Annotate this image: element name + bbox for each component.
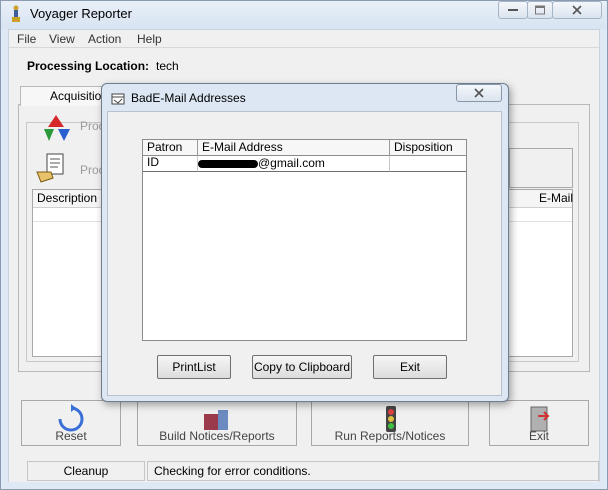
minimize-button[interactable] bbox=[498, 1, 528, 19]
tab-acquisitions-label: Acquisition bbox=[50, 89, 109, 103]
menu-action[interactable]: Action bbox=[88, 32, 121, 46]
close-button[interactable] bbox=[552, 1, 602, 19]
column-email[interactable]: E-Mail bbox=[539, 191, 573, 205]
dialog-title: BadE-Mail Addresses bbox=[131, 91, 246, 105]
run-reports-button[interactable]: Run Reports/Notices bbox=[311, 400, 469, 446]
menu-help[interactable]: Help bbox=[137, 32, 162, 46]
exit-main-label: Exit bbox=[528, 429, 549, 443]
column-patron-id[interactable]: Patron ID bbox=[143, 140, 198, 169]
copy-to-clipboard-button[interactable]: Copy to Clipboard bbox=[252, 355, 352, 379]
document-hand-icon bbox=[35, 152, 71, 188]
maximize-button[interactable] bbox=[527, 1, 553, 19]
column-description[interactable]: Description bbox=[37, 191, 97, 205]
build-notices-button[interactable]: Build Notices/Reports bbox=[137, 400, 297, 446]
column-disposition[interactable]: Disposition bbox=[390, 140, 466, 156]
menu-view[interactable]: View bbox=[49, 32, 75, 46]
column-email-address[interactable]: E-Mail Address bbox=[198, 140, 390, 156]
menu-bar: File View Action Help bbox=[9, 30, 599, 48]
dialog-close-button[interactable] bbox=[456, 84, 502, 102]
processing-location-value: tech bbox=[156, 59, 179, 73]
dialog-app-icon bbox=[111, 93, 125, 105]
exit-main-button[interactable]: Exit bbox=[489, 400, 589, 446]
reset-label: Reset bbox=[55, 429, 87, 443]
voyager-app-icon bbox=[8, 5, 24, 23]
window-title: Voyager Reporter bbox=[30, 6, 132, 21]
status-left: Cleanup bbox=[27, 461, 145, 481]
run-label: Run Reports/Notices bbox=[334, 429, 446, 443]
redaction-mark bbox=[198, 160, 258, 168]
processing-location-label: Processing Location: bbox=[27, 59, 150, 73]
cell-email[interactable]: @gmail.com bbox=[198, 156, 390, 172]
tab-acquisitions[interactable]: Acquisition bbox=[20, 86, 108, 106]
dialog-exit-button[interactable]: Exit bbox=[373, 355, 447, 379]
menu-file[interactable]: File bbox=[17, 32, 36, 46]
cell-disposition[interactable] bbox=[390, 156, 466, 172]
reset-button[interactable]: Reset bbox=[21, 400, 121, 446]
process-button[interactable] bbox=[509, 148, 573, 188]
triangle-arrows-icon bbox=[38, 113, 74, 143]
status-message: Checking for error conditions. bbox=[147, 461, 599, 481]
cell-email-text: @gmail.com bbox=[258, 156, 325, 170]
build-label: Build Notices/Reports bbox=[159, 429, 275, 443]
print-list-button[interactable]: PrintList bbox=[157, 355, 231, 379]
cell-patron-id[interactable] bbox=[143, 156, 198, 172]
